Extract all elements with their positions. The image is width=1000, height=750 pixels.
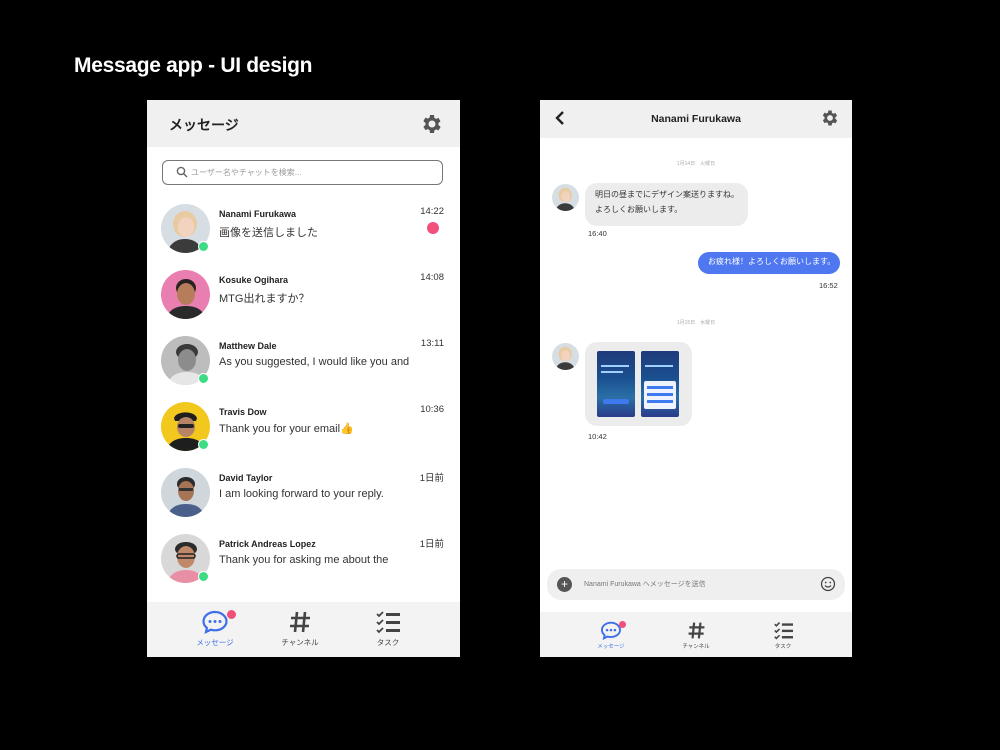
- image-thumbnail[interactable]: [597, 351, 635, 417]
- notification-badge: [619, 621, 626, 628]
- header-title: メッセージ: [169, 117, 239, 133]
- chat-bubble-icon: [202, 610, 228, 634]
- tab-label: チャンネル: [281, 638, 319, 647]
- tab-label: タスク: [774, 644, 792, 650]
- message-time: 14:08: [420, 272, 444, 283]
- outgoing-message-bubble: お疲れ様！よろしくお願いします。: [698, 252, 840, 274]
- date-separator: 1月14日 火曜日: [676, 161, 716, 167]
- message-time: 1日前: [419, 539, 444, 550]
- search-icon: [176, 166, 188, 178]
- message-time: 16:40: [588, 229, 607, 238]
- avatar: [552, 184, 579, 211]
- notification-badge: [227, 610, 236, 619]
- chat-title: Nanami Furukawa: [651, 113, 741, 125]
- avatar: [161, 468, 210, 517]
- date-separator: 1月15日 水曜日: [676, 320, 716, 326]
- message-text: よろしくお願いします。: [595, 205, 683, 215]
- avatar: [552, 343, 579, 370]
- online-indicator: [198, 241, 209, 252]
- conversation-item[interactable]: David Taylor I am looking forward to you…: [147, 468, 460, 532]
- image-message-bubble[interactable]: [585, 342, 692, 426]
- tab-tasks[interactable]: タスク: [763, 621, 803, 650]
- conversation-item[interactable]: Travis Dow Thank you for your email👍 10:…: [147, 402, 460, 466]
- message-time: 10:42: [588, 432, 607, 441]
- message-time: 16:52: [819, 281, 838, 290]
- tab-channels[interactable]: チャンネル: [676, 621, 716, 650]
- message-preview: Thank you for asking me about the: [219, 554, 389, 566]
- image-thumbnail[interactable]: [641, 351, 679, 417]
- contact-name: Travis Dow: [219, 407, 267, 417]
- online-indicator: [198, 439, 209, 450]
- list-header: メッセージ: [147, 100, 460, 147]
- tab-bar: メッセージ チャンネル タスク: [147, 602, 460, 657]
- search-input[interactable]: [191, 165, 431, 180]
- page-title: Message app - UI design: [74, 54, 313, 77]
- tab-label: メッセージ: [597, 644, 625, 650]
- tab-bar: メッセージ チャンネル タスク: [540, 612, 852, 657]
- message-input[interactable]: [584, 577, 804, 591]
- message-text: 明日の昼までにデザイン案送りますね。: [595, 190, 739, 199]
- hashtag-icon: [688, 622, 704, 639]
- hashtag-icon: [290, 611, 310, 633]
- unread-indicator: [427, 222, 439, 234]
- contact-name: Nanami Furukawa: [219, 209, 297, 219]
- emoji-icon[interactable]: [820, 576, 836, 592]
- chat-screen: Nanami Furukawa 1月14日 火曜日 明日の昼までにデザイン案送り…: [540, 100, 852, 657]
- checklist-icon: [376, 611, 400, 634]
- avatar: [161, 270, 210, 319]
- contact-name: Matthew Dale: [219, 341, 277, 351]
- message-list-screen: メッセージ Nanami Furukawa 画像を送信しました 14:22 Ko…: [147, 100, 460, 657]
- message-time: 14:22: [420, 206, 444, 217]
- message-preview: I am looking forward to your reply.: [219, 488, 384, 500]
- search-bar: [162, 160, 443, 185]
- online-indicator: [198, 571, 209, 582]
- message-preview: 画像を送信しました: [219, 227, 318, 239]
- gear-icon[interactable]: [820, 108, 840, 128]
- message-preview: Thank you for your email👍: [219, 423, 354, 435]
- online-indicator: [198, 373, 209, 384]
- conversation-item[interactable]: Patrick Andreas Lopez Thank you for aski…: [147, 534, 460, 598]
- add-attachment-button[interactable]: +: [557, 577, 572, 592]
- message-text: お疲れ様！よろしくお願いします。: [708, 257, 836, 266]
- contact-name: Patrick Andreas Lopez: [219, 539, 316, 549]
- contact-name: David Taylor: [219, 473, 273, 483]
- message-composer: +: [547, 569, 845, 600]
- tab-label: タスク: [376, 638, 400, 647]
- tab-messages[interactable]: メッセージ: [591, 621, 631, 650]
- tab-messages[interactable]: メッセージ: [195, 610, 236, 648]
- contact-name: Kosuke Ogihara: [219, 275, 289, 285]
- tab-channels[interactable]: チャンネル: [280, 610, 320, 648]
- conversation-item[interactable]: Matthew Dale As you suggested, I would l…: [147, 336, 460, 400]
- tab-label: メッセージ: [196, 638, 234, 647]
- conversation-item[interactable]: Kosuke Ogihara MTG出れますか？ 14:08: [147, 270, 460, 334]
- chat-header: Nanami Furukawa: [540, 100, 852, 138]
- message-preview: As you suggested, I would like you and: [219, 356, 410, 368]
- message-preview: MTG出れますか？: [219, 293, 310, 305]
- conversation-item[interactable]: Nanami Furukawa 画像を送信しました 14:22: [147, 204, 460, 268]
- checklist-icon: [773, 622, 793, 640]
- tab-tasks[interactable]: タスク: [368, 610, 408, 648]
- gear-icon[interactable]: [420, 112, 444, 136]
- message-time: 10:36: [420, 404, 444, 415]
- incoming-message-bubble: 明日の昼までにデザイン案送りますね。 よろしくお願いします。: [585, 183, 748, 226]
- tab-label: チャンネル: [682, 644, 710, 650]
- message-time: 1日前: [419, 473, 444, 484]
- message-time: 13:11: [420, 338, 444, 349]
